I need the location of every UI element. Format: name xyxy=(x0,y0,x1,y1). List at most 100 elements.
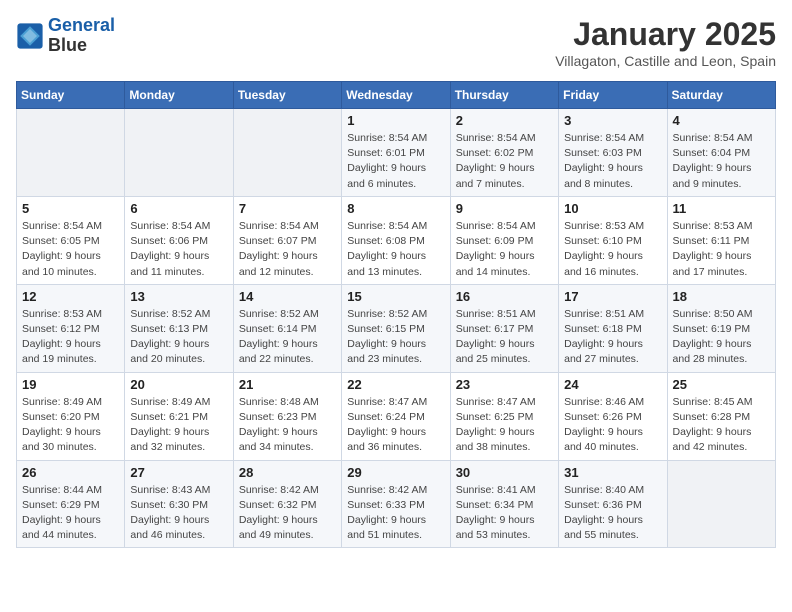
page-header: General Blue January 2025 Villagaton, Ca… xyxy=(16,16,776,69)
calendar-cell: 3 Sunrise: 8:54 AMSunset: 6:03 PMDaylight… xyxy=(559,109,667,197)
day-number: 15 xyxy=(347,289,444,304)
logo-line1: General xyxy=(48,15,115,35)
day-number: 22 xyxy=(347,377,444,392)
day-number: 3 xyxy=(564,113,661,128)
day-number: 11 xyxy=(673,201,770,216)
calendar-cell: 19Sunrise: 8:49 AMSunset: 6:20 PMDayligh… xyxy=(17,372,125,460)
day-detail: Sunrise: 8:42 AMSunset: 6:33 PMDaylight:… xyxy=(347,483,444,544)
day-number: 27 xyxy=(130,465,227,480)
day-detail: Sunrise: 8:40 AMSunset: 6:36 PMDaylight:… xyxy=(564,483,661,544)
day-number: 12 xyxy=(22,289,119,304)
calendar-cell: 27 Sunrise: 8:43 AMSunset: 6:30 PMDayligh… xyxy=(125,460,233,548)
calendar-cell: 12 Sunrise: 8:53 AMSunset: 6:12 PMDayligh… xyxy=(17,284,125,372)
weekday-header: Tuesday xyxy=(233,82,341,109)
calendar-cell: 10 Sunrise: 8:53 AMSunset: 6:10 PMDayligh… xyxy=(559,196,667,284)
day-detail: Sunrise: 8:54 AMSunset: 6:01 PMDaylight:… xyxy=(347,131,444,192)
calendar-cell: 29 Sunrise: 8:42 AMSunset: 6:33 PMDayligh… xyxy=(342,460,450,548)
day-number: 4 xyxy=(673,113,770,128)
calendar-cell: 28Sunrise: 8:42 AMSunset: 6:32 PMDayligh… xyxy=(233,460,341,548)
day-number: 30 xyxy=(456,465,553,480)
calendar-cell xyxy=(233,109,341,197)
weekday-header: Monday xyxy=(125,82,233,109)
calendar-cell: 14Sunrise: 8:52 AMSunset: 6:14 PMDayligh… xyxy=(233,284,341,372)
day-detail: Sunrise: 8:54 AMSunset: 6:07 PMDaylight:… xyxy=(239,219,336,280)
calendar-body: 1 Sunrise: 8:54 AMSunset: 6:01 PMDaylight… xyxy=(17,109,776,548)
day-number: 10 xyxy=(564,201,661,216)
calendar-cell: 6Sunrise: 8:54 AMSunset: 6:06 PMDaylight… xyxy=(125,196,233,284)
day-detail: Sunrise: 8:54 AMSunset: 6:09 PMDaylight:… xyxy=(456,219,553,280)
weekday-header: Saturday xyxy=(667,82,775,109)
calendar-cell: 5Sunrise: 8:54 AMSunset: 6:05 PMDaylight… xyxy=(17,196,125,284)
day-number: 18 xyxy=(673,289,770,304)
calendar-cell: 13Sunrise: 8:52 AMSunset: 6:13 PMDayligh… xyxy=(125,284,233,372)
day-number: 5 xyxy=(22,201,119,216)
calendar-header: SundayMondayTuesdayWednesdayThursdayFrid… xyxy=(17,82,776,109)
day-detail: Sunrise: 8:44 AMSunset: 6:29 PMDaylight:… xyxy=(22,483,119,544)
day-detail: Sunrise: 8:54 AMSunset: 6:04 PMDaylight:… xyxy=(673,131,770,192)
calendar-cell: 2Sunrise: 8:54 AMSunset: 6:02 PMDaylight… xyxy=(450,109,558,197)
day-detail: Sunrise: 8:53 AMSunset: 6:10 PMDaylight:… xyxy=(564,219,661,280)
calendar-cell: 21 Sunrise: 8:48 AMSunset: 6:23 PMDayligh… xyxy=(233,372,341,460)
day-detail: Sunrise: 8:54 AMSunset: 6:08 PMDaylight:… xyxy=(347,219,444,280)
day-number: 24 xyxy=(564,377,661,392)
day-detail: Sunrise: 8:52 AMSunset: 6:14 PMDaylight:… xyxy=(239,307,336,368)
day-detail: Sunrise: 8:41 AMSunset: 6:34 PMDaylight:… xyxy=(456,483,553,544)
calendar-cell: 16 Sunrise: 8:51 AMSunset: 6:17 PMDayligh… xyxy=(450,284,558,372)
calendar-cell: 4 Sunrise: 8:54 AMSunset: 6:04 PMDaylight… xyxy=(667,109,775,197)
calendar-cell: 1 Sunrise: 8:54 AMSunset: 6:01 PMDaylight… xyxy=(342,109,450,197)
calendar-cell: 8Sunrise: 8:54 AMSunset: 6:08 PMDaylight… xyxy=(342,196,450,284)
calendar-week-row: 1 Sunrise: 8:54 AMSunset: 6:01 PMDaylight… xyxy=(17,109,776,197)
weekday-header: Wednesday xyxy=(342,82,450,109)
location: Villagaton, Castille and Leon, Spain xyxy=(555,53,776,69)
day-detail: Sunrise: 8:47 AMSunset: 6:25 PMDaylight:… xyxy=(456,395,553,456)
day-number: 1 xyxy=(347,113,444,128)
day-detail: Sunrise: 8:48 AMSunset: 6:23 PMDaylight:… xyxy=(239,395,336,456)
weekday-row: SundayMondayTuesdayWednesdayThursdayFrid… xyxy=(17,82,776,109)
day-detail: Sunrise: 8:54 AMSunset: 6:03 PMDaylight:… xyxy=(564,131,661,192)
calendar-cell xyxy=(125,109,233,197)
day-detail: Sunrise: 8:49 AMSunset: 6:20 PMDaylight:… xyxy=(22,395,119,456)
calendar-cell: 17Sunrise: 8:51 AMSunset: 6:18 PMDayligh… xyxy=(559,284,667,372)
logo-line2: Blue xyxy=(48,36,115,56)
day-number: 29 xyxy=(347,465,444,480)
day-number: 6 xyxy=(130,201,227,216)
day-detail: Sunrise: 8:51 AMSunset: 6:17 PMDaylight:… xyxy=(456,307,553,368)
day-number: 26 xyxy=(22,465,119,480)
day-detail: Sunrise: 8:53 AMSunset: 6:12 PMDaylight:… xyxy=(22,307,119,368)
calendar-week-row: 19Sunrise: 8:49 AMSunset: 6:20 PMDayligh… xyxy=(17,372,776,460)
title-block: January 2025 Villagaton, Castille and Le… xyxy=(555,16,776,69)
day-detail: Sunrise: 8:53 AMSunset: 6:11 PMDaylight:… xyxy=(673,219,770,280)
day-detail: Sunrise: 8:47 AMSunset: 6:24 PMDaylight:… xyxy=(347,395,444,456)
calendar-week-row: 5Sunrise: 8:54 AMSunset: 6:05 PMDaylight… xyxy=(17,196,776,284)
day-detail: Sunrise: 8:50 AMSunset: 6:19 PMDaylight:… xyxy=(673,307,770,368)
calendar-table: SundayMondayTuesdayWednesdayThursdayFrid… xyxy=(16,81,776,548)
weekday-header: Thursday xyxy=(450,82,558,109)
day-number: 25 xyxy=(673,377,770,392)
day-detail: Sunrise: 8:43 AMSunset: 6:30 PMDaylight:… xyxy=(130,483,227,544)
day-number: 7 xyxy=(239,201,336,216)
logo: General Blue xyxy=(16,16,115,56)
day-number: 28 xyxy=(239,465,336,480)
calendar-week-row: 26 Sunrise: 8:44 AMSunset: 6:29 PMDayligh… xyxy=(17,460,776,548)
month-title: January 2025 xyxy=(555,16,776,53)
calendar-cell: 23 Sunrise: 8:47 AMSunset: 6:25 PMDayligh… xyxy=(450,372,558,460)
calendar-cell: 20Sunrise: 8:49 AMSunset: 6:21 PMDayligh… xyxy=(125,372,233,460)
day-number: 21 xyxy=(239,377,336,392)
calendar-cell: 25Sunrise: 8:45 AMSunset: 6:28 PMDayligh… xyxy=(667,372,775,460)
day-number: 23 xyxy=(456,377,553,392)
day-number: 17 xyxy=(564,289,661,304)
day-number: 16 xyxy=(456,289,553,304)
day-number: 9 xyxy=(456,201,553,216)
day-detail: Sunrise: 8:46 AMSunset: 6:26 PMDaylight:… xyxy=(564,395,661,456)
calendar-cell: 9 Sunrise: 8:54 AMSunset: 6:09 PMDaylight… xyxy=(450,196,558,284)
calendar-cell: 31Sunrise: 8:40 AMSunset: 6:36 PMDayligh… xyxy=(559,460,667,548)
day-number: 13 xyxy=(130,289,227,304)
calendar-cell: 7 Sunrise: 8:54 AMSunset: 6:07 PMDaylight… xyxy=(233,196,341,284)
calendar-cell: 18 Sunrise: 8:50 AMSunset: 6:19 PMDayligh… xyxy=(667,284,775,372)
day-detail: Sunrise: 8:52 AMSunset: 6:15 PMDaylight:… xyxy=(347,307,444,368)
calendar-cell: 26 Sunrise: 8:44 AMSunset: 6:29 PMDayligh… xyxy=(17,460,125,548)
calendar-cell: 24 Sunrise: 8:46 AMSunset: 6:26 PMDayligh… xyxy=(559,372,667,460)
calendar-cell xyxy=(667,460,775,548)
calendar-week-row: 12 Sunrise: 8:53 AMSunset: 6:12 PMDayligh… xyxy=(17,284,776,372)
calendar-cell: 11 Sunrise: 8:53 AMSunset: 6:11 PMDayligh… xyxy=(667,196,775,284)
